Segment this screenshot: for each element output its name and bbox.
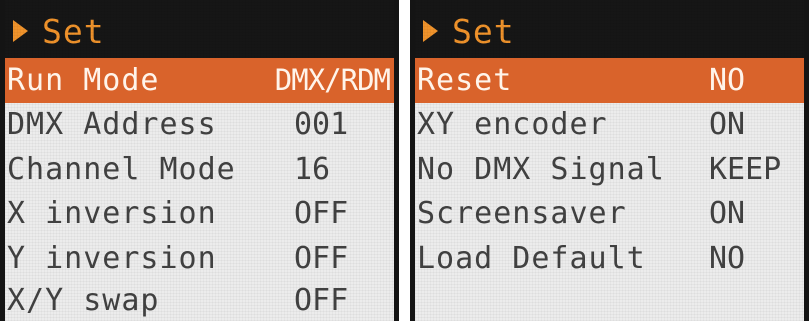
right-menu-title: Set	[452, 11, 515, 51]
menu-item-label: Y inversion	[7, 240, 217, 276]
menu-item-load-default[interactable]: Load Default NO	[415, 236, 804, 281]
menu-item-value: KEEP	[709, 151, 782, 187]
menu-item-label: No DMX Signal	[417, 151, 665, 187]
menu-item-label: Load Default	[417, 240, 646, 276]
left-settings-screen: Set Run Mode DMX/RDM DMX Address 001 Cha…	[0, 0, 399, 321]
menu-item-label: Screensaver	[417, 196, 627, 232]
menu-item-label: X inversion	[7, 196, 217, 232]
menu-item-value: 16	[294, 151, 331, 187]
menu-item-value: ON	[709, 196, 746, 232]
menu-item-reset[interactable]: Reset NO	[415, 58, 804, 103]
menu-item-no-dmx-signal[interactable]: No DMX Signal KEEP	[415, 147, 804, 192]
menu-item-value: OFF	[294, 240, 349, 276]
menu-item-value: 001	[294, 107, 349, 143]
menu-item-y-inversion[interactable]: Y inversion OFF	[5, 236, 394, 281]
menu-item-value: ON	[709, 107, 746, 143]
left-menu-header: Set	[5, 0, 394, 58]
right-menu-list: Reset NO XY encoder ON No DMX Signal KEE…	[415, 58, 804, 281]
menu-item-label: XY encoder	[417, 107, 608, 143]
menu-item-dmx-address[interactable]: DMX Address 001	[5, 103, 394, 148]
menu-item-label: Reset	[417, 62, 513, 98]
right-menu-header: Set	[415, 0, 804, 58]
menu-item-label: X/Y swap	[7, 283, 160, 318]
menu-item-value: OFF	[294, 283, 349, 318]
menu-item-screensaver[interactable]: Screensaver ON	[415, 192, 804, 237]
play-arrow-icon	[423, 20, 438, 42]
menu-item-value: NO	[709, 62, 746, 98]
play-arrow-icon	[13, 20, 28, 42]
menu-item-label: Run Mode	[7, 62, 160, 98]
menu-item-value: DMX/RDM	[274, 63, 391, 98]
menu-item-channel-mode[interactable]: Channel Mode 16	[5, 147, 394, 192]
menu-item-xy-encoder[interactable]: XY encoder ON	[415, 103, 804, 148]
menu-item-value: OFF	[294, 196, 349, 232]
menu-item-label: Channel Mode	[7, 151, 236, 187]
left-menu-title: Set	[42, 11, 105, 51]
menu-item-label: DMX Address	[7, 107, 217, 143]
right-settings-screen: Set Reset NO XY encoder ON No DMX Signal…	[410, 0, 809, 321]
menu-item-value: NO	[709, 240, 746, 276]
menu-item-run-mode[interactable]: Run Mode DMX/RDM	[5, 58, 394, 103]
left-menu-list: Run Mode DMX/RDM DMX Address 001 Channel…	[5, 58, 394, 321]
menu-item-xy-swap[interactable]: X/Y swap OFF	[5, 281, 394, 321]
menu-item-x-inversion[interactable]: X inversion OFF	[5, 192, 394, 237]
